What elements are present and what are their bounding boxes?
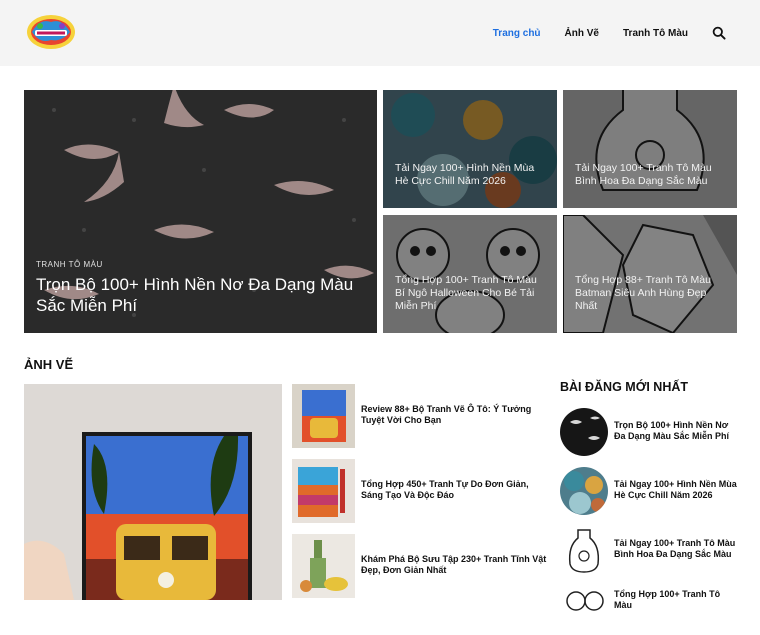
sidebar-post-title[interactable]: Tải Ngay 100+ Hình Nền Mùa Hè Cực Chill …: [614, 479, 740, 501]
article-thumbnail[interactable]: [292, 534, 355, 598]
nav-item-drawings[interactable]: Ảnh Vẽ: [565, 28, 599, 39]
article-title[interactable]: Khám Phá Bộ Sưu Tập 230+ Tranh Tĩnh Vật …: [361, 554, 551, 576]
article-title[interactable]: Tổng Hợp 450+ Tranh Tự Do Đơn Giản, Sáng…: [361, 479, 551, 501]
nav-item-coloring-pages[interactable]: Tranh Tô Màu: [623, 28, 688, 39]
section-heading[interactable]: ẢNH VẼ: [24, 357, 73, 372]
tile-overlay: [563, 90, 737, 208]
post-title[interactable]: Trọn Bộ 100+ Hình Nền Nơ Đa Dạng Màu Sắc…: [36, 274, 356, 316]
hero-tile[interactable]: Tải Ngay 100+ Hình Nền Mùa Hè Cực Chill …: [383, 90, 557, 208]
article-item[interactable]: Khám Phá Bộ Sưu Tập 230+ Tranh Tĩnh Vật …: [292, 534, 552, 598]
sidebar-post-title[interactable]: Tải Ngay 100+ Tranh Tô Màu Bình Hoa Đa D…: [614, 538, 740, 560]
sidebar-post-thumbnail[interactable]: [560, 585, 608, 633]
hero-tile[interactable]: Tổng Hợp 88+ Tranh Tô Màu Batman Siêu An…: [563, 215, 737, 333]
sidebar-heading: BÀI ĐĂNG MỚI NHẤT: [560, 380, 689, 394]
post-title[interactable]: Tổng Hợp 100+ Tranh Tô Màu Bí Ngô Hallow…: [395, 274, 545, 313]
post-title[interactable]: Tổng Hợp 88+ Tranh Tô Màu Batman Siêu An…: [575, 274, 725, 313]
article-thumbnail[interactable]: [292, 384, 355, 448]
search-icon[interactable]: [712, 26, 726, 40]
sidebar-post[interactable]: Trọn Bộ 100+ Hình Nền Nơ Đa Dạng Màu Sắc…: [560, 408, 740, 458]
main-nav: Trang chủ Ảnh Vẽ Tranh Tô Màu: [493, 0, 726, 66]
sidebar-post-title[interactable]: Tổng Hợp 100+ Tranh Tô Màu: [614, 589, 740, 611]
sidebar-post-thumbnail[interactable]: [560, 408, 608, 456]
sidebar-post[interactable]: Tải Ngay 100+ Hình Nền Mùa Hè Cực Chill …: [560, 467, 740, 517]
article-title[interactable]: Review 88+ Bộ Tranh Vẽ Ô Tô: Ý Tưởng Tuy…: [361, 404, 551, 426]
article-thumbnail[interactable]: [292, 459, 355, 523]
article-item[interactable]: Review 88+ Bộ Tranh Vẽ Ô Tô: Ý Tưởng Tuy…: [292, 384, 552, 448]
post-category[interactable]: Tranh Tô Màu: [36, 260, 103, 269]
hero-tile[interactable]: Tải Ngay 100+ Tranh Tô Màu Bình Hoa Đa D…: [563, 90, 737, 208]
sidebar-post[interactable]: Tổng Hợp 100+ Tranh Tô Màu: [560, 585, 740, 635]
sidebar-post-thumbnail[interactable]: [560, 526, 608, 574]
post-title[interactable]: Tải Ngay 100+ Hình Nền Mùa Hè Cực Chill …: [395, 162, 545, 188]
site-logo[interactable]: [26, 12, 76, 52]
post-title[interactable]: Tải Ngay 100+ Tranh Tô Màu Bình Hoa Đa D…: [575, 162, 725, 188]
sidebar-post-title[interactable]: Trọn Bộ 100+ Hình Nền Nơ Đa Dạng Màu Sắc…: [614, 420, 740, 442]
featured-article-image[interactable]: [24, 384, 282, 600]
article-item[interactable]: Tổng Hợp 450+ Tranh Tự Do Đơn Giản, Sáng…: [292, 459, 552, 523]
site-header: Trang chủ Ảnh Vẽ Tranh Tô Màu: [0, 0, 760, 66]
hero-tile[interactable]: Tổng Hợp 100+ Tranh Tô Màu Bí Ngô Hallow…: [383, 215, 557, 333]
sidebar-post[interactable]: Tải Ngay 100+ Tranh Tô Màu Bình Hoa Đa D…: [560, 526, 740, 576]
sidebar-post-thumbnail[interactable]: [560, 467, 608, 515]
hero-featured-post[interactable]: Tranh Tô Màu Trọn Bộ 100+ Hình Nền Nơ Đa…: [24, 90, 377, 333]
tile-overlay: [383, 90, 557, 208]
nav-item-home[interactable]: Trang chủ: [493, 28, 541, 39]
